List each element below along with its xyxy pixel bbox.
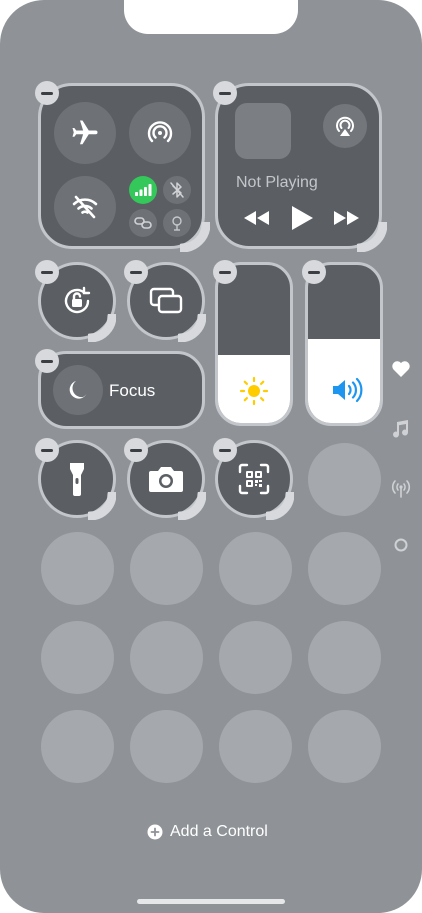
airplay-icon — [336, 116, 354, 136]
sun-icon — [239, 376, 269, 406]
orientation-lock-icon — [64, 286, 91, 314]
airdrop-icon — [147, 121, 173, 143]
playback-status: Not Playing — [236, 174, 318, 191]
heart-icon[interactable] — [391, 360, 411, 378]
focus-moon-button[interactable] — [53, 365, 103, 415]
wifi-button[interactable] — [54, 176, 116, 238]
remove-volume-button[interactable] — [302, 260, 326, 284]
antenna-icon[interactable] — [390, 478, 412, 498]
resize-code-scanner-handle[interactable] — [266, 492, 294, 520]
empty-slot[interactable] — [308, 532, 381, 605]
empty-slot[interactable] — [41, 710, 114, 783]
add-control-label: Add a Control — [170, 823, 268, 840]
resize-flashlight-handle[interactable] — [88, 492, 116, 520]
airdrop-button[interactable] — [129, 102, 191, 164]
bluetooth-button[interactable] — [163, 176, 191, 204]
empty-slot[interactable] — [130, 621, 203, 694]
focus-label: Focus — [109, 381, 156, 400]
remove-brightness-button[interactable] — [213, 260, 237, 284]
empty-slot[interactable] — [130, 532, 203, 605]
qr-code-icon — [238, 463, 270, 495]
bluetooth-off-icon — [170, 182, 184, 198]
remove-orientation-lock-button[interactable] — [35, 260, 59, 284]
add-control-button[interactable]: Add a Control — [147, 823, 268, 841]
cellular-icon — [135, 184, 152, 196]
resize-connectivity-handle[interactable] — [180, 222, 210, 252]
empty-slot[interactable] — [219, 710, 292, 783]
play-button[interactable] — [289, 204, 315, 237]
speaker-icon — [333, 377, 363, 403]
focus-tile[interactable]: Focus — [38, 351, 205, 429]
remove-screen-mirroring-button[interactable] — [124, 260, 148, 284]
control-center-edit-screen: Not Playing Focus Add a Control — [0, 0, 422, 913]
camera-icon — [149, 467, 183, 492]
empty-slot[interactable] — [130, 710, 203, 783]
home-indicator[interactable] — [137, 899, 285, 904]
ring-icon[interactable] — [393, 537, 409, 553]
empty-slot[interactable] — [41, 532, 114, 605]
album-art — [235, 103, 291, 159]
rewind-icon — [244, 211, 269, 225]
remove-media-button[interactable] — [213, 81, 237, 105]
remove-code-scanner-button[interactable] — [213, 438, 237, 462]
remove-connectivity-button[interactable] — [35, 81, 59, 105]
wifi-off-icon — [72, 195, 98, 219]
cellular-data-button[interactable] — [129, 176, 157, 204]
screen-mirroring-icon — [149, 287, 183, 314]
empty-slot[interactable] — [308, 443, 381, 516]
volume-slider[interactable] — [305, 262, 383, 426]
empty-slot[interactable] — [41, 621, 114, 694]
resize-media-handle[interactable] — [357, 222, 387, 252]
empty-slot[interactable] — [308, 710, 381, 783]
plus-circle-icon — [147, 824, 163, 840]
brightness-slider[interactable] — [215, 262, 293, 426]
personal-hotspot-icon — [134, 217, 152, 229]
airplane-mode-button[interactable] — [54, 102, 116, 164]
airplane-icon — [72, 120, 98, 145]
empty-slot[interactable] — [219, 532, 292, 605]
resize-screen-mirroring-handle[interactable] — [178, 314, 206, 342]
play-icon — [292, 206, 313, 230]
empty-slot[interactable] — [308, 621, 381, 694]
music-note-icon[interactable] — [390, 419, 410, 439]
flashlight-icon — [70, 463, 84, 496]
remove-focus-button[interactable] — [35, 349, 59, 373]
resize-camera-handle[interactable] — [178, 492, 206, 520]
resize-orientation-lock-handle[interactable] — [88, 314, 116, 342]
rewind-button[interactable] — [242, 209, 272, 232]
empty-slot[interactable] — [219, 621, 292, 694]
remove-flashlight-button[interactable] — [35, 438, 59, 462]
personal-hotspot-button[interactable] — [129, 209, 157, 237]
remove-camera-button[interactable] — [124, 438, 148, 462]
notch — [124, 0, 298, 34]
airplay-button[interactable] — [323, 104, 367, 148]
moon-icon — [69, 381, 87, 399]
